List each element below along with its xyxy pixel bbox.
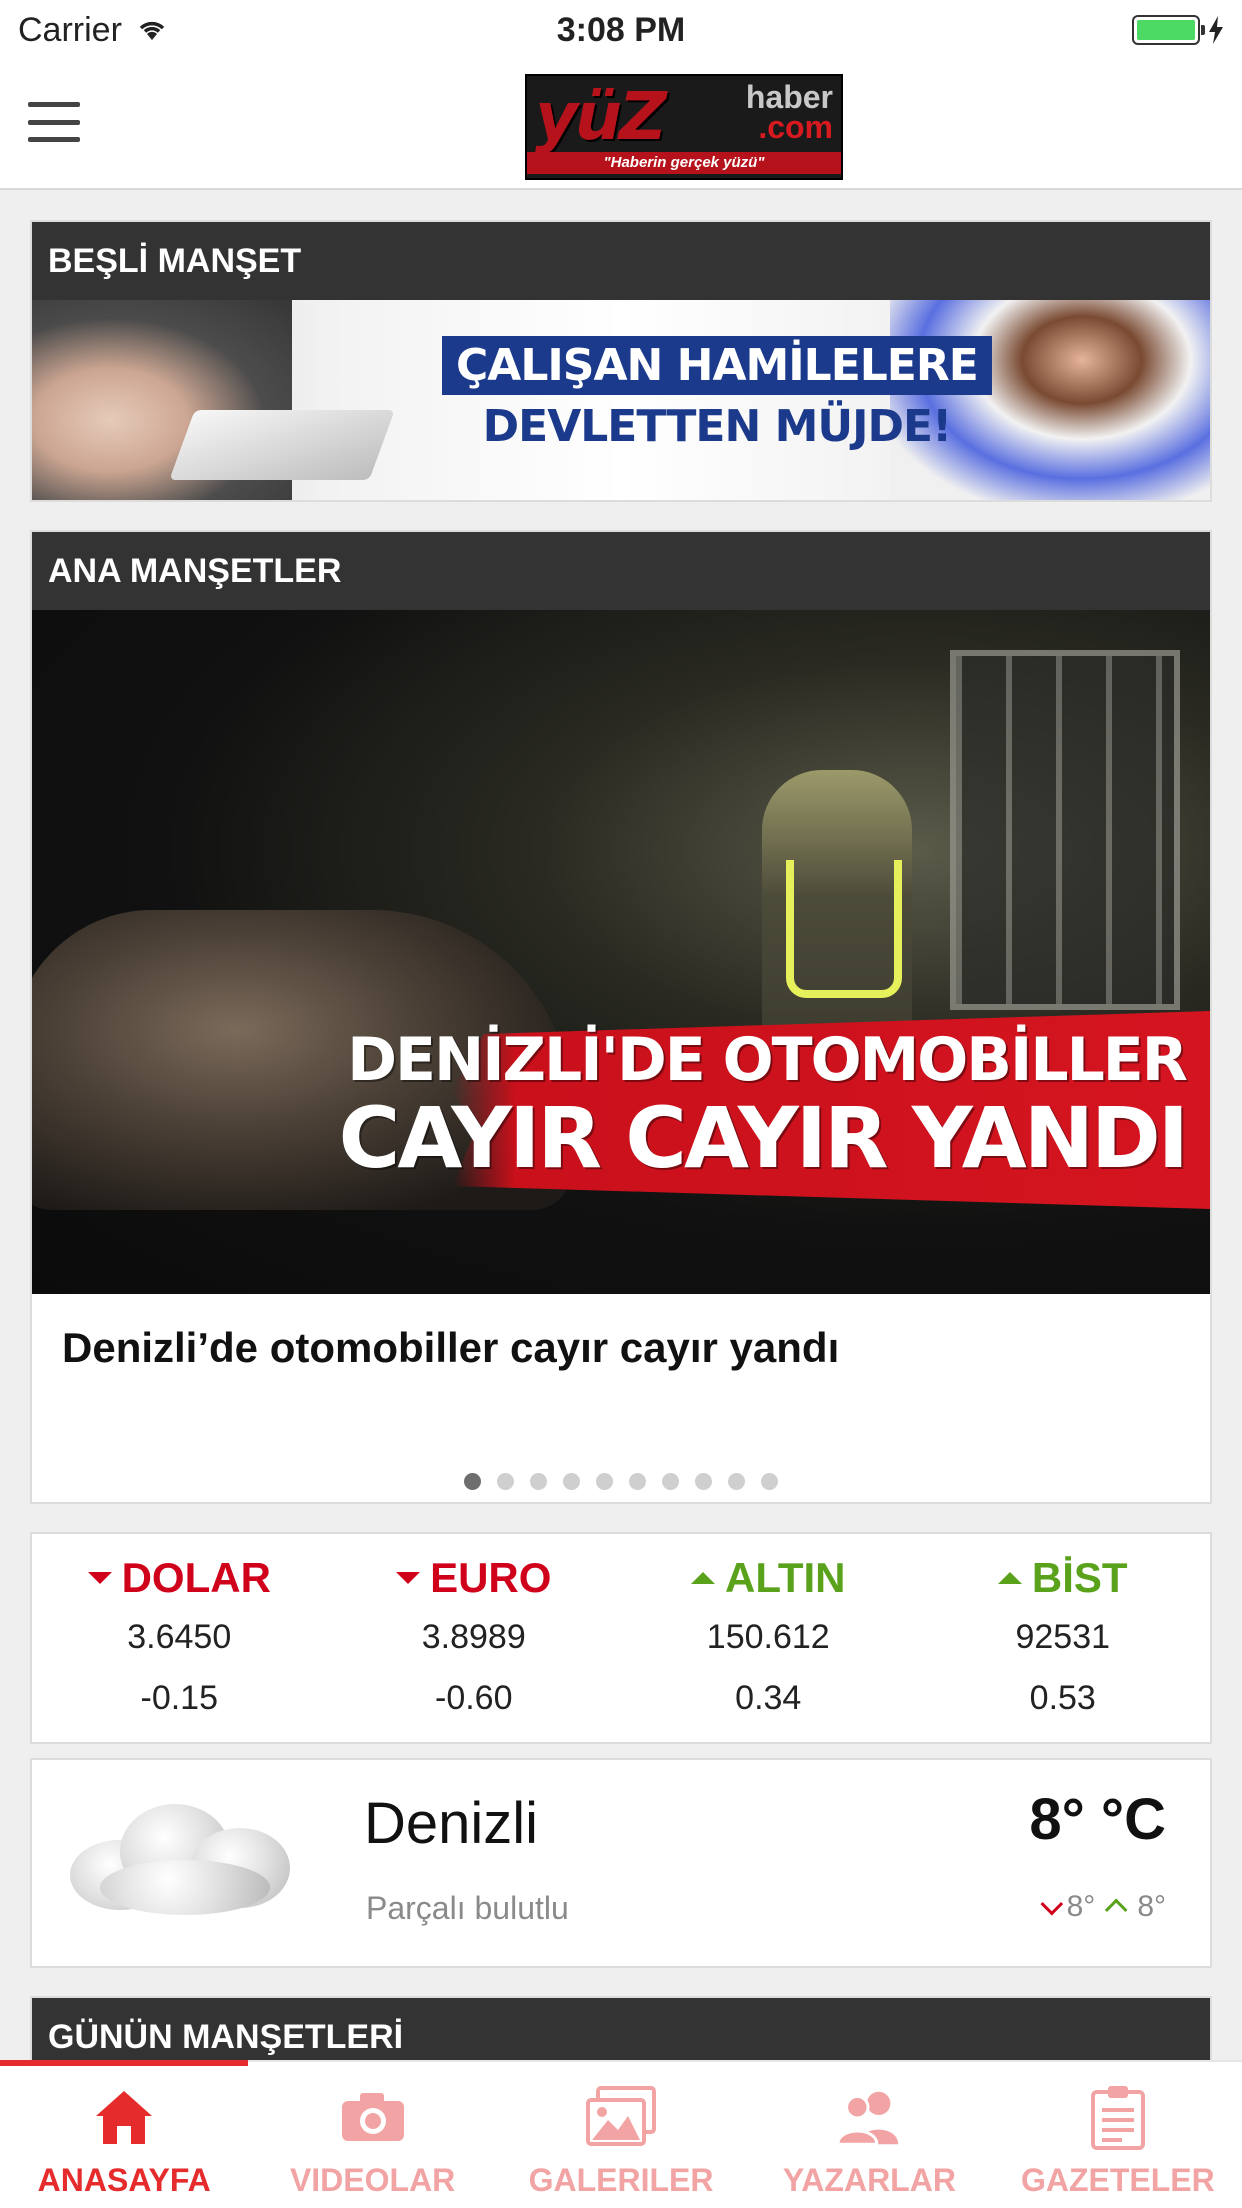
currency-value: 3.6450: [127, 1618, 232, 1656]
newspaper-icon: [1083, 2082, 1153, 2152]
besli-manset-banner[interactable]: ÇALIŞAN HAMİLELERE DEVLETTEN MÜJDE!: [32, 300, 1210, 500]
pagination-dot[interactable]: [464, 1473, 481, 1490]
app-header: yüZ haber .com "Haberin gerçek yüzü": [0, 60, 1242, 190]
weather-min: 8°: [1066, 1890, 1096, 1923]
pagination-dot[interactable]: [662, 1473, 679, 1490]
tab-label: VIDEOLAR: [289, 2162, 456, 2198]
tab-label: GAZETELER: [1020, 2162, 1215, 2198]
pagination-dots: [32, 1473, 1210, 1490]
currency-change: 0.34: [735, 1679, 802, 1717]
tab-label: ANASAYFA: [37, 2162, 211, 2198]
banner-line-1: ÇALIŞAN HAMİLELERE: [442, 336, 992, 395]
clock: 3:08 PM: [556, 10, 686, 49]
triangle-up-icon: [997, 1572, 1022, 1584]
currency-item: ALTIN 150.612 0.34: [621, 1534, 916, 1742]
logo-tagline: "Haberin gerçek yüzü": [527, 152, 841, 174]
currency-item: EURO 3.8989 -0.60: [327, 1534, 622, 1742]
banner-headline: ÇALIŞAN HAMİLELERE DEVLETTEN MÜJDE!: [442, 336, 992, 452]
hamburger-icon[interactable]: [28, 102, 80, 142]
site-logo[interactable]: yüZ haber .com "Haberin gerçek yüzü": [525, 74, 843, 180]
currency-change: 0.53: [1029, 1679, 1096, 1717]
ana-mansetler-card: ANA MANŞETLER DENİZLİ'DE OTOMOBİLLER CAY…: [30, 530, 1212, 1504]
tab-videolar[interactable]: VIDEOLAR: [248, 2062, 496, 2208]
pagination-dot[interactable]: [563, 1473, 580, 1490]
slide-window: [950, 650, 1180, 1010]
triangle-up-icon: [690, 1572, 715, 1584]
currency-label: DOLAR: [121, 1554, 271, 1601]
currency-value: 150.612: [706, 1618, 830, 1656]
pagination-dot[interactable]: [530, 1473, 547, 1490]
logo-side-text: haber .com: [745, 79, 833, 145]
pagination-dot[interactable]: [596, 1473, 613, 1490]
currency-change: -0.60: [435, 1679, 513, 1717]
currency-value: 3.8989: [421, 1618, 526, 1656]
pagination-dot[interactable]: [728, 1473, 745, 1490]
currency-change: -0.15: [140, 1679, 219, 1717]
weather-description: Parçalı bulutlu: [366, 1890, 569, 1926]
tab-gazeteler[interactable]: GAZETELER: [994, 2062, 1242, 2208]
currency-name: EURO: [327, 1554, 622, 1602]
weather-temperature: 8° °C: [1029, 1787, 1166, 1852]
currency-item: DOLAR 3.6450 -0.15: [32, 1534, 327, 1742]
home-icon: [89, 2082, 159, 2152]
weather-city: Denizli: [364, 1791, 539, 1856]
currency-label: EURO: [430, 1554, 552, 1601]
active-tab-indicator: [0, 2060, 248, 2066]
slide-caption-line-1: DENİZLİ'DE OTOMOBİLLER: [347, 1025, 1188, 1095]
pagination-dot[interactable]: [629, 1473, 646, 1490]
tab-bar: ANASAYFA VIDEOLAR GALERILER YAZARLAR GAZ…: [0, 2060, 1242, 2208]
currency-card: DOLAR 3.6450 -0.15 EURO 3.8989 -0.60 ALTIN 150.…: [30, 1532, 1212, 1744]
tab-galeriler[interactable]: GALERILER: [497, 2062, 745, 2208]
triangle-down-icon: [396, 1572, 421, 1584]
banner-line-2: DEVLETTEN MÜJDE!: [482, 401, 952, 452]
besli-manset-card: BEŞLİ MANŞET ÇALIŞAN HAMİLELERE DEVLETTE…: [30, 220, 1212, 502]
slide-title[interactable]: Denizli’de otomobiller cayır cayır yandı: [32, 1294, 1210, 1372]
currency-name: BİST: [916, 1554, 1211, 1602]
chevron-up-icon: [1105, 1898, 1128, 1922]
tab-label: GALERILER: [528, 2162, 714, 2198]
currency-name: ALTIN: [621, 1554, 916, 1602]
weather-max: 8°: [1137, 1890, 1166, 1923]
camera-icon: [338, 2082, 408, 2152]
pagination-dot[interactable]: [497, 1473, 514, 1490]
slide-image-caption: DENİZLİ'DE OTOMOBİLLER CAYIR CAYIR YANDI: [338, 1025, 1189, 1187]
tab-yazarlar[interactable]: YAZARLAR: [745, 2062, 993, 2208]
logo-main-text: yüZ: [535, 78, 667, 155]
ana-mansetler-title: ANA MANŞETLER: [32, 532, 1210, 610]
logo-side-bottom: .com: [758, 109, 833, 145]
pagination-dot[interactable]: [761, 1473, 778, 1490]
currency-name: DOLAR: [32, 1554, 327, 1602]
logo-side-top: haber: [745, 79, 833, 115]
authors-icon: [834, 2082, 904, 2152]
currency-value: 92531: [1015, 1618, 1111, 1656]
triangle-down-icon: [87, 1572, 112, 1584]
banner-laptop: [169, 410, 395, 480]
besli-manset-title: BEŞLİ MANŞET: [32, 222, 1210, 300]
pagination-dot[interactable]: [695, 1473, 712, 1490]
weather-min-max: 8° 8°: [1040, 1890, 1166, 1924]
cloud-icon: [60, 1790, 300, 1920]
weather-card: Denizli Parçalı bulutlu 8° °C 8° 8°: [30, 1758, 1212, 1968]
currency-item: BİST 92531 0.53: [916, 1534, 1211, 1742]
currency-label: ALTIN: [724, 1554, 846, 1601]
status-bar: Carrier 3:08 PM: [0, 0, 1242, 60]
battery-full-icon: [1132, 15, 1205, 45]
gallery-icon: [586, 2082, 657, 2152]
slide-caption-line-2: CAYIR CAYIR YANDI: [338, 1089, 1189, 1187]
chevron-down-icon: [1040, 1892, 1063, 1916]
tab-label: YAZARLAR: [782, 2162, 956, 2198]
tab-anasayfa[interactable]: ANASAYFA: [0, 2062, 248, 2208]
slide-image[interactable]: DENİZLİ'DE OTOMOBİLLER CAYIR CAYIR YANDI: [32, 610, 1210, 1294]
currency-label: BİST: [1031, 1554, 1128, 1601]
